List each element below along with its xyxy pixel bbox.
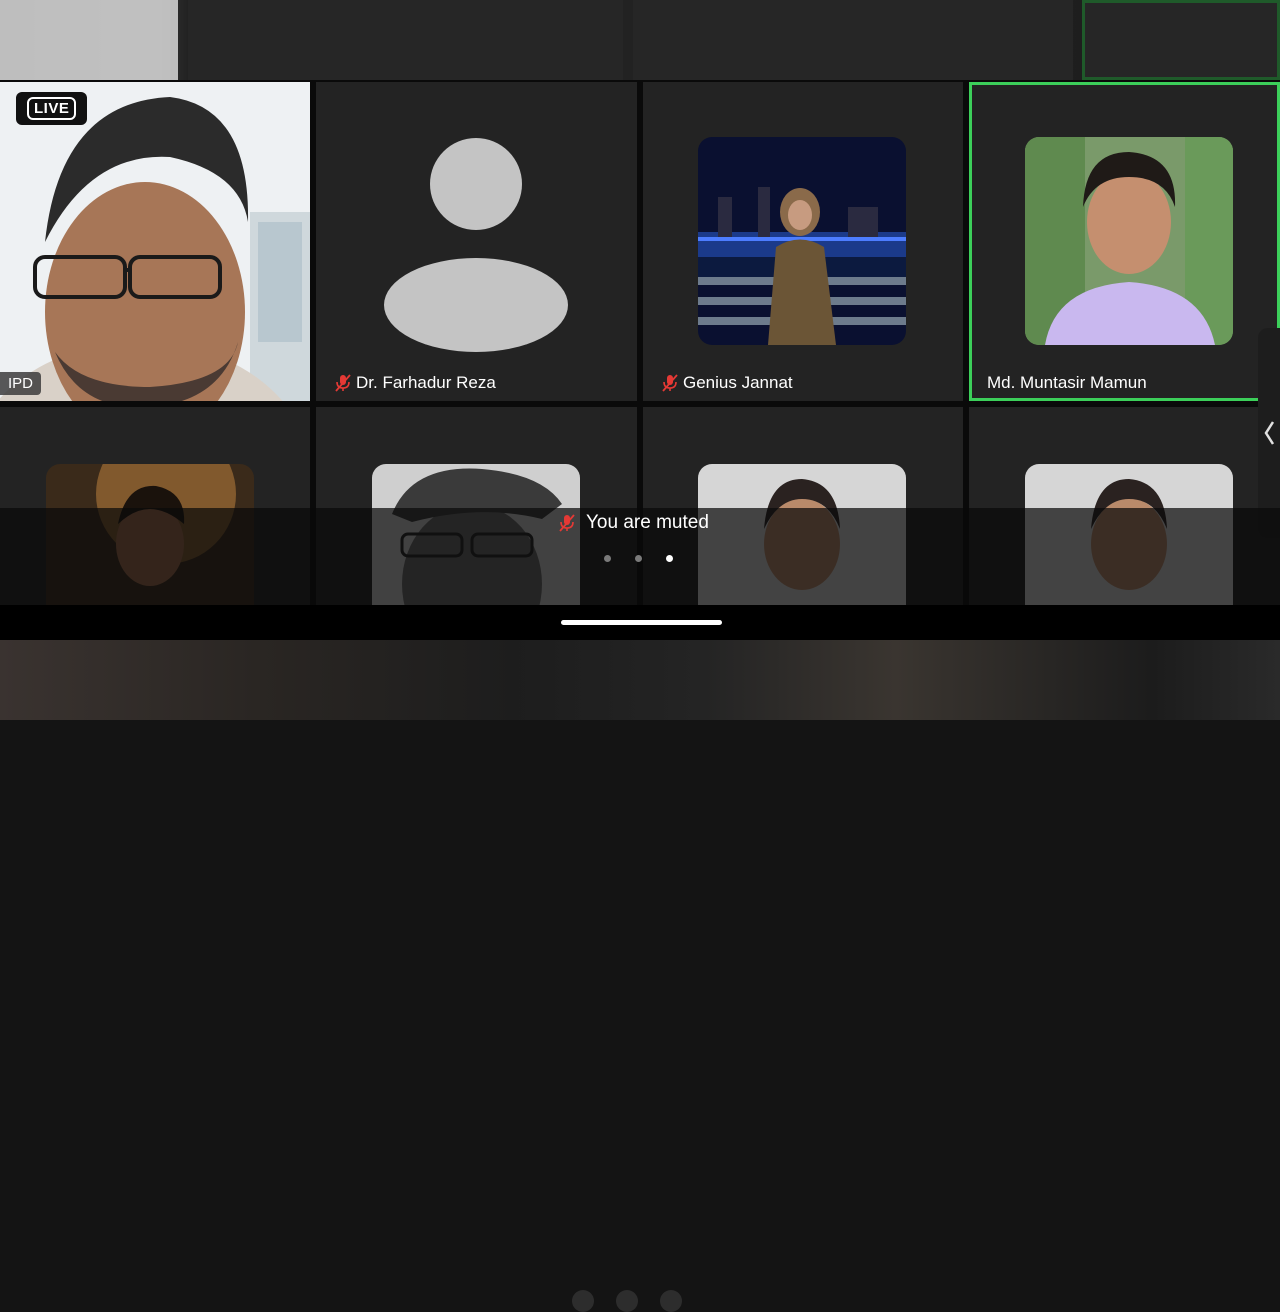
- participant-name: Md. Muntasir Mamun: [987, 373, 1147, 392]
- participant-video: [0, 82, 310, 401]
- participant-name: IPD: [0, 372, 42, 395]
- side-panel-handle[interactable]: [1258, 328, 1280, 538]
- participant-tile-muntasir[interactable]: Md. Muntasir Mamun: [969, 82, 1280, 401]
- background-blur-bottom: [0, 640, 1280, 1312]
- page-dot[interactable]: [635, 555, 642, 562]
- muted-toast: You are muted: [558, 512, 709, 534]
- mic-off-icon: [662, 374, 678, 392]
- default-avatar-icon: [384, 138, 568, 352]
- participant-tile-ipd[interactable]: LIVE IPD: [0, 82, 310, 401]
- participant-name-row: Dr. Farhadur Reza: [334, 373, 496, 393]
- page-indicator: [604, 555, 673, 562]
- page-dot[interactable]: [604, 555, 611, 562]
- mic-off-icon: [335, 374, 351, 392]
- participant-name-row: Genius Jannat: [661, 373, 793, 393]
- participant-name: Dr. Farhadur Reza: [356, 373, 496, 392]
- live-badge: LIVE: [16, 92, 88, 125]
- chevron-left-icon: [1264, 421, 1274, 445]
- participant-name-row: Md. Muntasir Mamun: [987, 373, 1147, 393]
- participant-tile-genius[interactable]: Genius Jannat: [643, 82, 963, 401]
- participant-name: Genius Jannat: [683, 373, 793, 392]
- background-blur-top: [0, 0, 1280, 80]
- home-indicator[interactable]: [561, 620, 722, 625]
- participant-avatar: [1025, 137, 1233, 345]
- mic-off-icon: [559, 514, 575, 532]
- participant-tile-farhadur[interactable]: Dr. Farhadur Reza: [316, 82, 637, 401]
- participant-avatar: [698, 137, 906, 345]
- page-dot-active[interactable]: [666, 555, 673, 562]
- system-nav-area: [0, 605, 1280, 640]
- toast-text: You are muted: [586, 512, 709, 533]
